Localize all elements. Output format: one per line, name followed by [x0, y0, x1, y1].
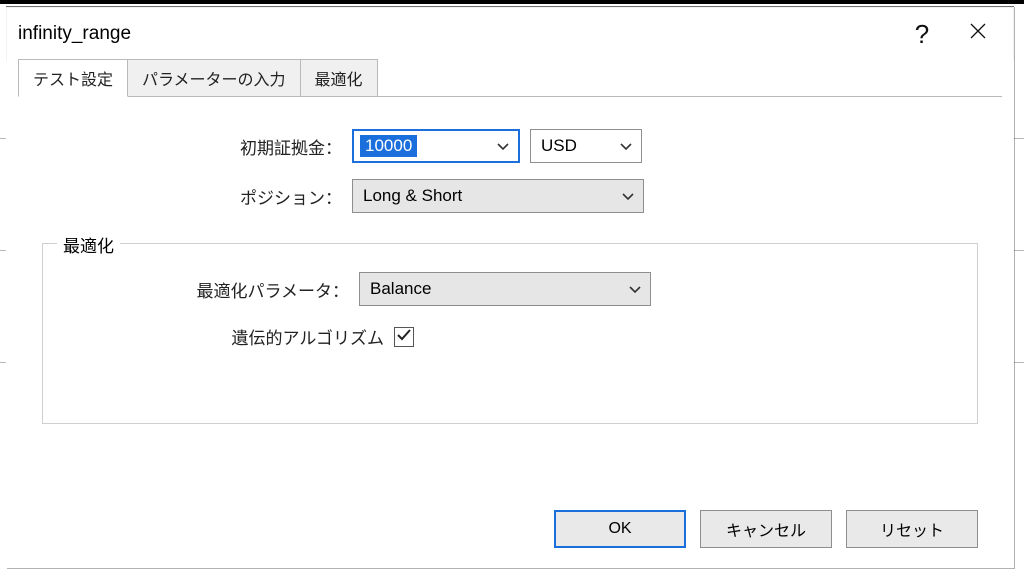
- chevron-down-icon: [494, 137, 512, 155]
- dialog-button-row: OK キャンセル リセット: [42, 498, 978, 548]
- checkbox-genetic-algorithm[interactable]: [394, 327, 414, 347]
- label-position: ポジション：: [42, 184, 352, 209]
- title-bar: infinity_range ?: [6, 7, 1014, 61]
- select-position[interactable]: Long & Short: [352, 179, 644, 213]
- tab-label: パラメーターの入力: [142, 72, 286, 89]
- close-icon: [968, 21, 988, 47]
- currency-value: USD: [541, 136, 577, 156]
- button-label: リセット: [880, 517, 944, 541]
- tab-test-settings[interactable]: テスト設定: [18, 59, 128, 97]
- chevron-down-icon: [626, 280, 644, 298]
- cancel-button[interactable]: キャンセル: [700, 510, 832, 548]
- window-title: infinity_range: [18, 23, 894, 45]
- dialog-client-area: テスト設定 パラメーターの入力 最適化 初期証拠金： 10000 USD: [6, 61, 1014, 568]
- tab-label: テスト設定: [33, 72, 113, 89]
- opt-param-value: Balance: [370, 279, 431, 299]
- help-button[interactable]: ?: [894, 12, 950, 56]
- group-optimization: 最適化 最適化パラメータ： Balance 遺伝的アルゴリズム: [42, 243, 978, 424]
- row-genetic-algorithm: 遺伝的アルゴリズム: [59, 324, 961, 349]
- button-label: キャンセル: [726, 517, 806, 541]
- label-opt-param: 最適化パラメータ：: [59, 277, 359, 302]
- button-label: OK: [608, 520, 631, 538]
- close-button[interactable]: [950, 12, 1006, 56]
- position-value: Long & Short: [363, 186, 462, 206]
- check-icon: [396, 327, 412, 347]
- tab-panel-test-settings: 初期証拠金： 10000 USD ポジション： Long & Short: [18, 97, 1002, 556]
- tab-parameter-input[interactable]: パラメーターの入力: [127, 59, 301, 97]
- dialog-window: infinity_range ? テスト設定 パラメーターの入力 最適化 初期証…: [6, 6, 1014, 568]
- tab-label: 最適化: [315, 72, 363, 89]
- input-initial-deposit[interactable]: 10000: [352, 129, 520, 163]
- tab-strip: テスト設定 パラメーターの入力 最適化: [18, 61, 1002, 97]
- row-opt-param: 最適化パラメータ： Balance: [59, 272, 961, 306]
- label-initial-deposit: 初期証拠金：: [42, 134, 352, 159]
- row-initial-deposit: 初期証拠金： 10000 USD: [42, 129, 978, 163]
- chevron-down-icon: [619, 187, 637, 205]
- initial-deposit-value: 10000: [360, 135, 417, 157]
- group-legend-optimization: 最適化: [57, 232, 120, 257]
- label-genetic-algorithm: 遺伝的アルゴリズム: [59, 324, 394, 349]
- select-currency[interactable]: USD: [530, 129, 642, 163]
- row-position: ポジション： Long & Short: [42, 179, 978, 213]
- chevron-down-icon: [617, 137, 635, 155]
- tab-optimization[interactable]: 最適化: [300, 59, 378, 97]
- ok-button[interactable]: OK: [554, 510, 686, 548]
- select-opt-param[interactable]: Balance: [359, 272, 651, 306]
- reset-button[interactable]: リセット: [846, 510, 978, 548]
